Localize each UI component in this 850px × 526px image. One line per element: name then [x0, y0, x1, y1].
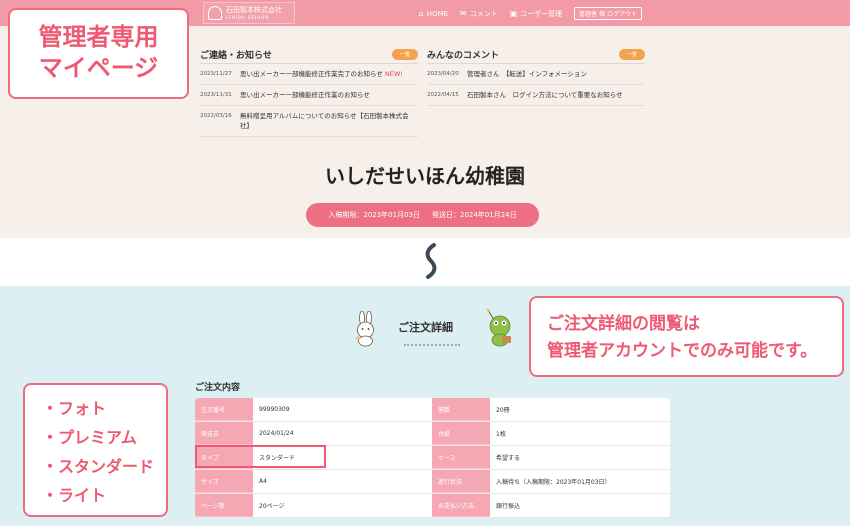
admin-name: 管理者 様	[579, 11, 606, 18]
cell-label: サイズ	[195, 470, 253, 493]
comments-more-button[interactable]: 一覧	[618, 49, 645, 60]
order-section-title: ご注文内容	[195, 383, 241, 393]
order-detail-title: ご注文詳細	[398, 321, 453, 334]
nav-home-label: HOME	[426, 9, 448, 18]
main-nav: ⌂ HOME ✉ コメント ▣ ユーザー管理 管理者 様 ログアウト	[419, 7, 642, 20]
news-date: 2023/11/27	[200, 71, 232, 77]
news-date: 2023/11/31	[200, 92, 232, 98]
news-text: 思い出メーカー一部機能修正作業完了のお知らせ	[240, 70, 383, 78]
news-item[interactable]: 2023/11/27 思い出メーカー一部機能修正作業完了のお知らせ NEW!	[200, 64, 418, 85]
new-badge: NEW!	[384, 70, 403, 78]
mypage-annotation-line1: 管理者専用	[38, 23, 159, 51]
comment-date: 2023/04/20	[427, 71, 459, 77]
comment-item[interactable]: 2022/04/15 石田製本さん ログイン方法について重要なお知らせ	[427, 85, 645, 106]
order-access-annotation: ご注文詳細の閲覧は 管理者アカウントでのみ可能です。	[529, 296, 844, 377]
ship-date: 発送日：2024年01月24日	[432, 211, 517, 219]
cell-value: 入稿待ち（入稿期限：2023年01月03日）	[496, 479, 611, 486]
cell-label: 発送日	[195, 422, 253, 445]
cell-value: 銀行振込	[496, 503, 521, 510]
comments-panel: みんなのコメント 一覧 2023/04/20 管理者さん 【転送】インフォメーシ…	[427, 46, 645, 106]
news-date: 2022/03/16	[200, 113, 232, 119]
user-icon: ▣	[509, 9, 518, 18]
comment-item[interactable]: 2023/04/20 管理者さん 【転送】インフォメーション	[427, 64, 645, 85]
comments-title: みんなのコメント	[427, 51, 500, 61]
logo-subtitle: ISHIDA SEIHON	[226, 14, 270, 20]
news-text: 無料贈呈用アルバムについてのお知らせ【石田製本株式会社】	[240, 112, 409, 130]
table-row: 発送日 2024/01/24 台紙 1枚	[195, 422, 670, 446]
news-item[interactable]: 2023/11/31 思い出メーカー一部機能修正作業のお知らせ	[200, 85, 418, 106]
nav-user-management[interactable]: ▣ ユーザー管理	[510, 9, 562, 19]
logo-mark-icon	[208, 6, 222, 20]
mypage-annotation-line2: マイページ	[38, 54, 159, 82]
account-logout-button[interactable]: 管理者 様 ログアウト	[574, 7, 642, 20]
squiggle-divider-icon	[425, 243, 437, 279]
cell-label: 台紙	[432, 422, 490, 445]
comment-text: 石田製本さん ログイン方法について重要なお知らせ	[467, 91, 623, 99]
table-row: サイズ A4 進行状況 入稿待ち（入稿期限：2023年01月03日）	[195, 470, 670, 494]
table-row: 注文番号 99990309 冊数 20冊	[195, 398, 670, 422]
news-panel: ご連絡・お知らせ 一覧 2023/11/27 思い出メーカー一部機能修正作業完了…	[200, 46, 418, 137]
type-option: ・フォト	[42, 399, 107, 418]
rabbit-illustration-icon	[355, 311, 374, 347]
cell-value: 希望する	[496, 455, 521, 462]
news-item[interactable]: 2022/03/16 無料贈呈用アルバムについてのお知らせ【石田製本株式会社】	[200, 106, 418, 137]
cell-label: 注文番号	[195, 398, 253, 421]
home-icon: ⌂	[418, 9, 424, 18]
school-name: いしだせいほん幼稚園	[325, 164, 525, 188]
enroll-deadline: 入稿期限：2023年01月03日	[328, 211, 420, 219]
type-option: ・ライト	[42, 486, 107, 505]
comment-text: 管理者さん 【転送】インフォメーション	[467, 70, 587, 78]
nav-user-label: ユーザー管理	[520, 9, 563, 18]
nav-comment-label: コメント	[469, 9, 498, 18]
order-annotation-line1: ご注文詳細の閲覧は	[547, 314, 700, 334]
nav-home[interactable]: ⌂ HOME	[419, 9, 448, 18]
news-title: ご連絡・お知らせ	[200, 51, 272, 61]
cell-label: 冊数	[432, 398, 490, 421]
cell-label: ページ数	[195, 494, 253, 517]
cell-value: 2024/01/24	[259, 430, 294, 437]
type-option: ・スタンダード	[42, 457, 155, 476]
mypage-annotation: 管理者専用 マイページ	[8, 8, 189, 99]
cell-value: A4	[259, 478, 267, 485]
news-more-button[interactable]: 一覧	[391, 49, 418, 60]
type-option: ・プレミアム	[42, 428, 137, 447]
order-annotation-line2: 管理者アカウントでのみ可能です。	[547, 341, 818, 361]
logo-name: 石田製本株式会社	[226, 5, 282, 14]
comment-date: 2022/04/15	[427, 92, 459, 98]
news-text: 思い出メーカー一部機能修正作業のお知らせ	[240, 91, 370, 99]
table-row: ページ数 20ページ お支払い方法 銀行振込	[195, 494, 670, 518]
type-row-highlight	[195, 445, 326, 468]
cell-value: 20ページ	[259, 503, 285, 510]
frog-illustration-icon	[486, 308, 511, 347]
cell-label: お支払い方法	[432, 494, 490, 517]
cell-label: ケース	[432, 446, 490, 469]
cell-value: 20冊	[496, 407, 510, 414]
dotted-underline	[404, 344, 460, 346]
nav-comment[interactable]: ✉ コメント	[460, 9, 498, 19]
comment-icon: ✉	[460, 9, 467, 18]
cell-value: 1枚	[496, 431, 506, 438]
album-types-annotation: ・フォト ・プレミアム ・スタンダード ・ライト	[23, 383, 168, 517]
logout-label: ログアウト	[606, 11, 637, 18]
deadline-pill: 入稿期限：2023年01月03日 発送日：2024年01月24日	[306, 203, 539, 227]
cell-label: 進行状況	[432, 470, 490, 493]
cell-value: 99990309	[259, 406, 290, 413]
company-logo[interactable]: 石田製本株式会社 ISHIDA SEIHON	[203, 2, 295, 24]
